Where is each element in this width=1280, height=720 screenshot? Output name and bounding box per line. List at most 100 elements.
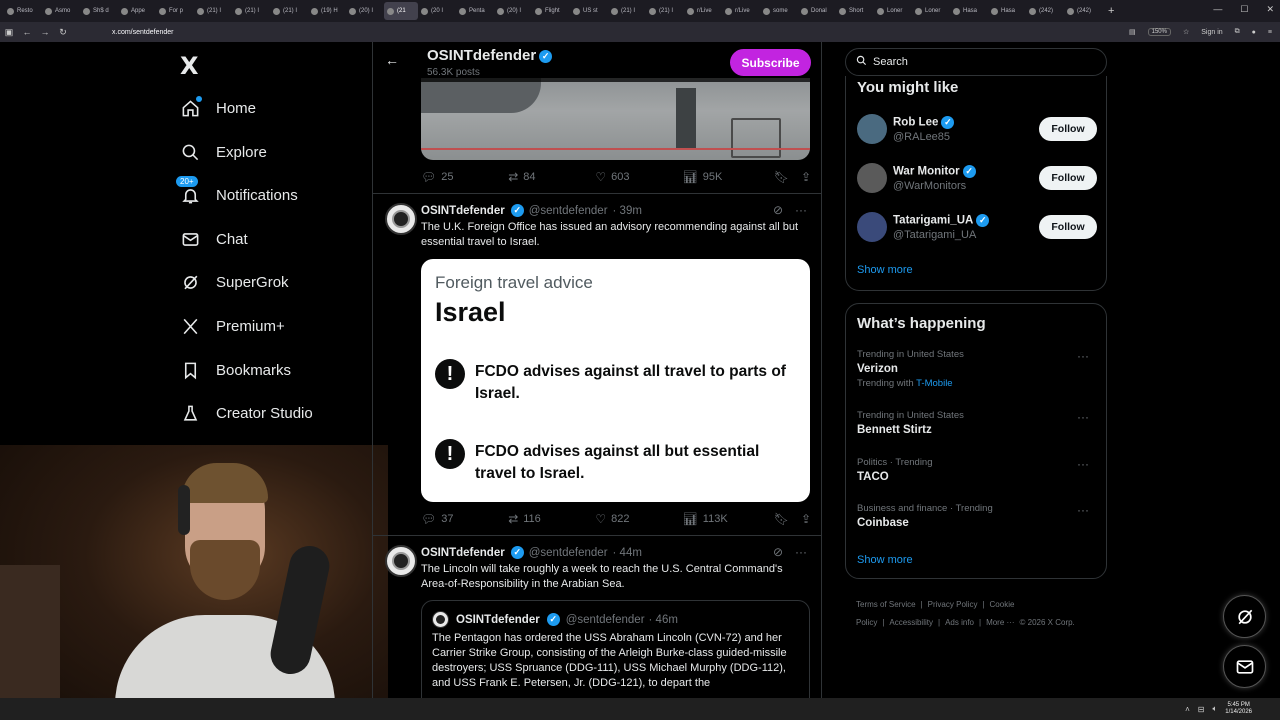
follow-button[interactable]: Follow [1039,117,1097,141]
more-icon[interactable]: ··· [1077,457,1089,471]
more-icon[interactable]: ··· [1077,503,1089,517]
show-more-link[interactable]: Show more [857,264,913,276]
share-icon[interactable]: ⇪ [801,512,811,526]
back-icon[interactable]: ← [18,27,36,37]
follow-button[interactable]: Follow [1039,215,1097,239]
nav-notifications[interactable]: 20+ Notifications [176,176,298,209]
profile-icon[interactable]: ● [1252,29,1256,36]
browser-tab[interactable]: Penta [456,2,494,20]
retweet-button[interactable]: ⇄ 116 [508,512,595,526]
browser-tab[interactable]: Sh$ d [80,2,118,20]
trend-item[interactable]: Business and finance · Trending Coinbase… [857,503,1097,529]
window-controls[interactable]: — ☐ ✕ [1213,4,1274,15]
url-text[interactable]: x.com/sentdefender [112,29,173,36]
star-icon[interactable]: ☆ [1183,28,1189,36]
quoted-tweet[interactable]: OSINTdefender ✓ @sentdefender · 46m The … [421,600,810,698]
back-arrow-icon[interactable]: ← [385,52,399,68]
chevron-up-icon[interactable]: ˄ [1185,705,1190,714]
like-button[interactable]: ♡ 822 [595,512,682,526]
suggested-user[interactable]: Rob Lee ✓ @RALee85 Follow [857,111,1097,147]
retweet-button[interactable]: ⇄ 84 [508,170,595,184]
volume-icon[interactable]: 🔈︎ [1212,704,1217,714]
trend-item[interactable]: Politics · Trending TACO ··· [857,457,1097,483]
maximize-icon[interactable]: ☐ [1240,4,1248,15]
browser-tab[interactable]: (20) I [346,2,384,20]
reader-icon[interactable]: ▤ [1129,28,1136,36]
browser-tab[interactable]: Flight [532,2,570,20]
tweet-time[interactable]: · 44m [613,547,642,559]
browser-tab[interactable]: (20 I [418,2,456,20]
views-button[interactable]: 📊︎ 95K [683,170,774,184]
avatar[interactable] [385,545,417,577]
nav-creator-studio[interactable]: Creator Studio [180,399,313,427]
suggested-user[interactable]: War Monitor ✓ @WarMonitors Follow [857,160,1097,196]
browser-tab[interactable]: r/Live [684,2,722,20]
more-icon[interactable]: ··· [1077,410,1089,424]
x-logo[interactable]: X [180,52,199,80]
messages-fab[interactable] [1223,645,1266,688]
more-icon[interactable]: ··· [1077,349,1089,363]
browser-tab[interactable]: Hasa [950,2,988,20]
footer-link[interactable]: Privacy Policy [928,600,978,609]
browser-tab[interactable]: Asmo [42,2,80,20]
footer-link[interactable]: Terms of Service [856,600,916,609]
follow-button[interactable]: Follow [1039,166,1097,190]
browser-tab[interactable]: (21) I [608,2,646,20]
network-icon[interactable]: ⊟ [1198,705,1205,714]
clock[interactable]: 5:45 PM 1/14/2026 [1225,702,1252,716]
bookmark-icon[interactable]: 🔖︎ [774,512,789,526]
tweet-media-image[interactable] [421,78,810,160]
sign-in-button[interactable]: Sign in [1201,29,1222,36]
sidebar-toggle-icon[interactable]: ▣ [0,27,18,38]
show-more-link[interactable]: Show more [857,554,913,566]
nav-supergrok[interactable]: SuperGrok [180,268,289,296]
browser-tab[interactable]: some [760,2,798,20]
grok-icon[interactable]: ⊘ [773,545,783,559]
timeline-column[interactable]: ← OSINTdefender ✓ 56.3K posts Subscribe 💬… [372,42,822,698]
author-handle[interactable]: @sentdefender [529,205,608,217]
nav-home[interactable]: Home [180,94,256,122]
footer-link[interactable]: Accessibility [889,618,933,627]
tweet-time[interactable]: · 39m [613,205,642,217]
browser-tab[interactable]: (21) I [232,2,270,20]
trend-with-link[interactable]: T-Mobile [916,378,952,389]
browser-tab[interactable]: Short [836,2,874,20]
like-button[interactable]: ♡ 603 [595,170,682,184]
nav-chat[interactable]: Chat [180,225,248,253]
bookmark-icon[interactable]: 🔖︎ [774,170,789,184]
footer-link[interactable]: Ads info [945,618,974,627]
browser-tab[interactable]: Loner [874,2,912,20]
grok-icon[interactable]: ⊘ [773,203,783,217]
search-input[interactable]: Search [845,48,1107,76]
browser-tab[interactable]: (19) H [308,2,346,20]
footer-link[interactable]: © 2026 X Corp. [1020,618,1075,627]
browser-tab[interactable]: For p [156,2,194,20]
author-handle[interactable]: @sentdefender [529,547,608,559]
browser-tab[interactable]: (20) I [494,2,532,20]
browser-tab[interactable]: Loner [912,2,950,20]
browser-tab[interactable]: (242) [1026,2,1064,20]
subscribe-button[interactable]: Subscribe [730,49,811,76]
minimize-icon[interactable]: — [1213,4,1222,15]
more-icon[interactable]: ··· [795,545,807,559]
nav-bookmarks[interactable]: Bookmarks [180,356,291,384]
trend-item[interactable]: Trending in United States Verizon Trendi… [857,349,1097,389]
browser-tab[interactable]: Hasa [988,2,1026,20]
browser-tab[interactable]: Appe [118,2,156,20]
new-tab-icon[interactable]: + [1108,5,1114,17]
reload-icon[interactable]: ↻ [54,27,72,38]
grok-fab[interactable] [1223,595,1266,638]
browser-tab[interactable]: (21 [384,2,418,20]
travel-advice-image[interactable]: Foreign travel advice Israel ! FCDO advi… [421,259,810,502]
nav-explore[interactable]: Explore [180,138,267,166]
nav-premium[interactable]: Premium+ [180,312,285,340]
share-icon[interactable]: ⇪ [801,170,811,184]
browser-tab[interactable]: (21) I [194,2,232,20]
extensions-icon[interactable]: ⧉ [1235,28,1240,36]
menu-icon[interactable]: ≡ [1268,29,1272,36]
close-icon[interactable]: ✕ [1266,4,1274,15]
author-name[interactable]: OSINTdefender [421,205,505,217]
browser-tab[interactable]: (21) I [646,2,684,20]
trend-item[interactable]: Trending in United States Bennett Stirtz… [857,410,1097,436]
browser-tab[interactable]: Donal [798,2,836,20]
